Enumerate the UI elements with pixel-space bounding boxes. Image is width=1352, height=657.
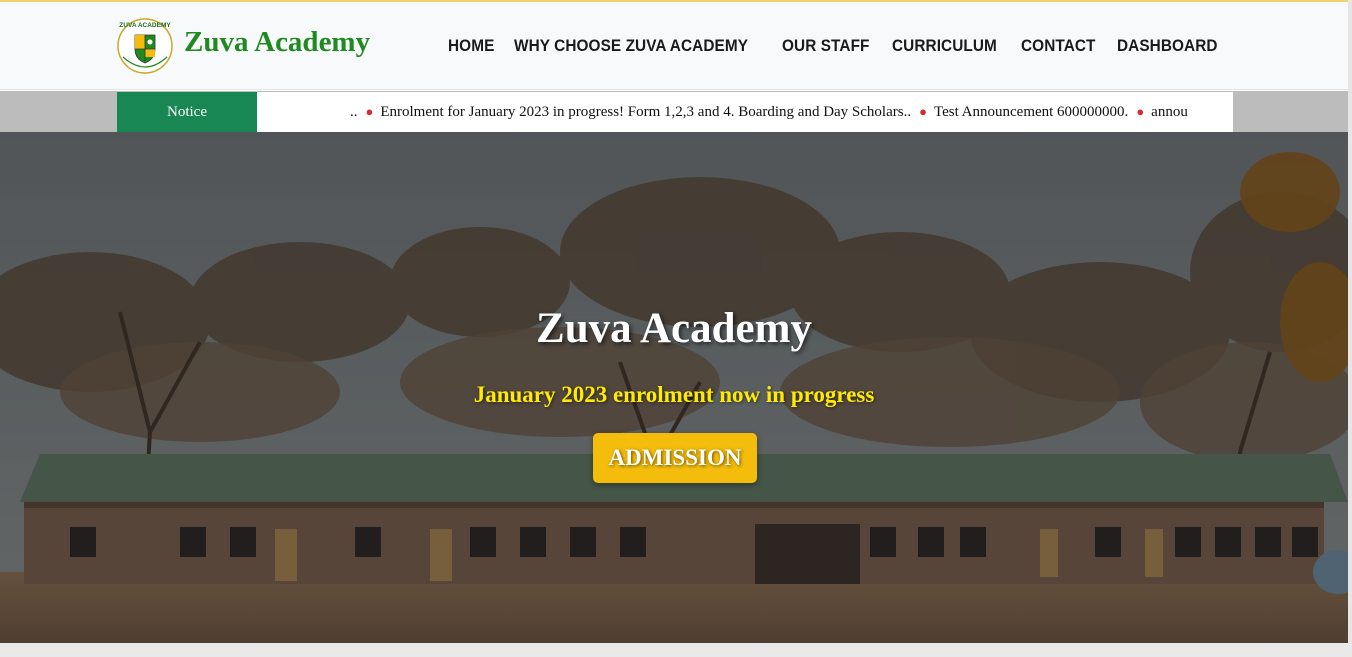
nav-curriculum[interactable]: CURRICULUM xyxy=(892,37,997,56)
hero-title: Zuva Academy xyxy=(536,305,812,352)
nav-why-choose[interactable]: WHY CHOOSE ZUVA ACADEMY xyxy=(514,37,748,56)
nav-contact[interactable]: CONTACT xyxy=(1021,37,1096,56)
nav-dashboard[interactable]: DASHBOARD xyxy=(1117,37,1218,56)
ticker-item[interactable]: annou xyxy=(1151,104,1188,121)
ticker-item[interactable]: Enrolment for January 2023 in progress! … xyxy=(380,104,911,121)
admission-button[interactable]: ADMISSION xyxy=(593,433,757,483)
notice-label: Notice xyxy=(117,92,257,132)
hero-banner: Zuva Academy January 2023 enrolment now … xyxy=(0,132,1348,643)
scrollbar-track[interactable] xyxy=(1348,0,1352,657)
bullet-icon: ● xyxy=(1136,104,1145,119)
bullet-icon: ● xyxy=(919,104,927,119)
ticker-lead: .. xyxy=(350,103,358,120)
nav-our-staff[interactable]: OUR STAFF xyxy=(782,37,870,56)
logo-lettering: ZUVA ACADEMY xyxy=(119,22,171,29)
main-nav: HOME WHY CHOOSE ZUVA ACADEMY OUR STAFF C… xyxy=(448,37,1225,56)
notice-ticker[interactable]: .. ● Enrolment for January 2023 in progr… xyxy=(350,92,1233,132)
hero-subtitle: January 2023 enrolment now in progress xyxy=(473,382,875,407)
page-bottom-strip xyxy=(0,643,1352,657)
notice-bar: Notice .. ● Enrolment for January 2023 i… xyxy=(117,92,1233,132)
ticker-item[interactable]: Test Announcement 600000000. xyxy=(934,104,1128,121)
nav-home[interactable]: HOME xyxy=(448,37,494,56)
logo-icon[interactable]: ZUVA ACADEMY xyxy=(114,15,176,75)
site-header: ZUVA ACADEMY Zuva Academy HOME WHY CHOOS… xyxy=(0,2,1352,90)
bullet-icon: ● xyxy=(365,104,374,119)
brand-title[interactable]: Zuva Academy xyxy=(184,26,370,59)
